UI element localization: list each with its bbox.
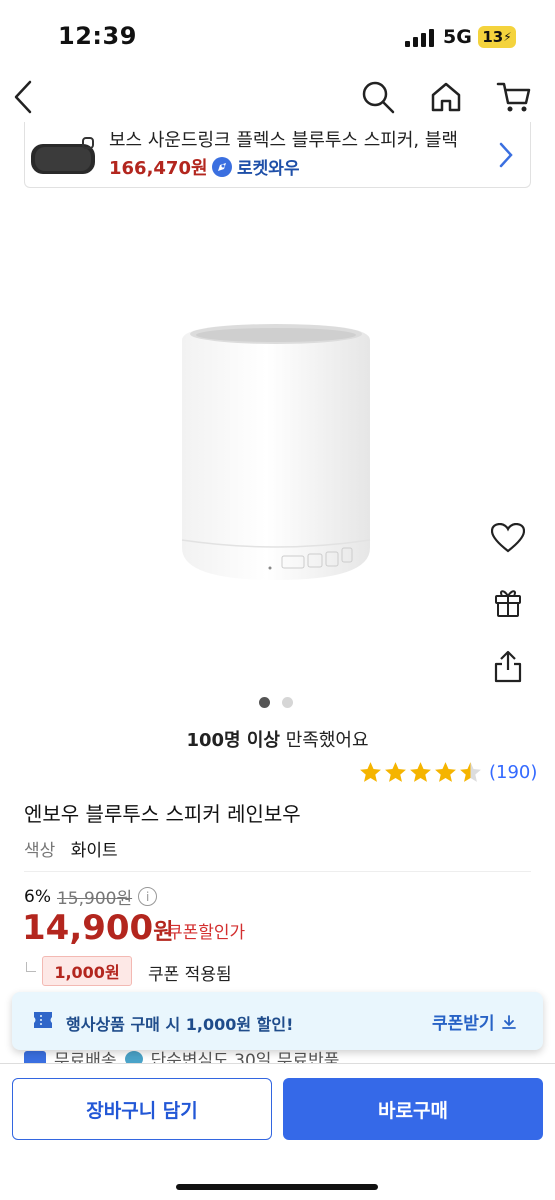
half-star-icon <box>460 762 481 782</box>
network-label: 5G <box>443 26 472 48</box>
heart-icon <box>491 523 525 553</box>
bottom-action-bar: 장바구니 담기 바로구매 <box>0 1063 555 1200</box>
charging-icon: ⚡ <box>503 30 512 44</box>
buy-now-button[interactable]: 바로구매 <box>283 1078 543 1140</box>
home-icon <box>431 82 461 112</box>
sponsored-product-card[interactable]: 보스 사운드링크 플렉스 블루투스 스피커, 블랙 166,470원 로켓와우 <box>24 122 531 188</box>
gift-button[interactable] <box>488 582 528 622</box>
search-icon <box>362 81 395 114</box>
ad-product-title: 보스 사운드링크 플렉스 블루투스 스피커, 블랙 <box>109 130 458 151</box>
coupon-icon <box>34 1012 52 1028</box>
search-button[interactable] <box>358 77 398 117</box>
option-label: 색상 <box>24 841 56 861</box>
wishlist-button[interactable] <box>488 518 528 558</box>
product-image[interactable] <box>178 318 374 590</box>
back-button[interactable] <box>4 77 44 117</box>
original-price: 15,900원 <box>56 889 133 909</box>
ad-price: 166,470원 <box>109 158 208 179</box>
get-coupon-button[interactable]: 쿠폰받기 <box>432 1009 517 1034</box>
signal-icon <box>405 29 434 47</box>
carousel-dot[interactable] <box>259 697 270 708</box>
cart-button[interactable] <box>494 77 534 117</box>
home-button[interactable] <box>426 77 466 117</box>
banner-text: 행사상품 구매 시 1,000원 할인! <box>66 1015 294 1034</box>
review-count[interactable]: (190) <box>489 762 537 783</box>
carousel-dot[interactable] <box>282 697 293 708</box>
coupon-banner[interactable]: 행사상품 구매 시 1,000원 할인! 쿠폰받기 <box>12 992 543 1050</box>
add-to-cart-button[interactable]: 장바구니 담기 <box>12 1078 272 1140</box>
star-icon <box>435 762 456 782</box>
satisfaction-text: 100명 이상 만족했어요 <box>0 726 555 752</box>
rocket-icon <box>212 156 232 177</box>
chevron-right-icon <box>499 142 513 168</box>
discount-rate: 6% <box>24 886 51 907</box>
download-icon <box>501 1014 516 1029</box>
coupon-applied-text: 쿠폰 적용됨 <box>148 965 232 985</box>
info-icon[interactable]: i <box>138 887 158 906</box>
speaker-thumbnail <box>31 137 95 174</box>
sale-price: 14,900원 <box>22 908 173 948</box>
share-button[interactable] <box>488 646 528 686</box>
option-value: 화이트 <box>70 841 118 861</box>
cart-icon <box>496 82 531 112</box>
rating-row[interactable]: (190) <box>358 760 537 785</box>
battery-level: 13 <box>482 28 504 46</box>
coupon-badge: 1,000원 <box>42 956 132 986</box>
rocket-label: 로켓와우 <box>237 159 300 179</box>
share-icon <box>494 650 522 683</box>
rocket-wow-badge: 로켓와우 <box>211 154 300 179</box>
gift-icon <box>495 590 521 617</box>
star-icon <box>410 762 431 782</box>
get-coupon-label: 쿠폰받기 <box>432 1014 495 1034</box>
product-title: 엔보우 블루투스 스피커 레인보우 <box>24 802 301 826</box>
home-indicator[interactable] <box>176 1184 378 1190</box>
price-number: 14,900 <box>22 908 154 948</box>
satisfaction-label: 만족했어요 <box>280 730 369 751</box>
star-icon <box>385 762 406 782</box>
status-time: 12:39 <box>58 22 137 50</box>
star-icon <box>360 762 381 782</box>
discount-row: 6% 15,900원 i <box>24 884 158 909</box>
battery-indicator: 13 ⚡ <box>478 26 516 48</box>
back-arrow-icon <box>14 80 32 114</box>
option-row[interactable]: 색상 화이트 <box>24 836 118 861</box>
divider <box>24 871 531 872</box>
satisfaction-count: 100명 이상 <box>186 730 280 751</box>
carousel-indicator[interactable] <box>259 697 293 708</box>
coupon-price-label: 쿠폰할인가 <box>167 923 246 943</box>
tree-connector <box>26 962 36 972</box>
